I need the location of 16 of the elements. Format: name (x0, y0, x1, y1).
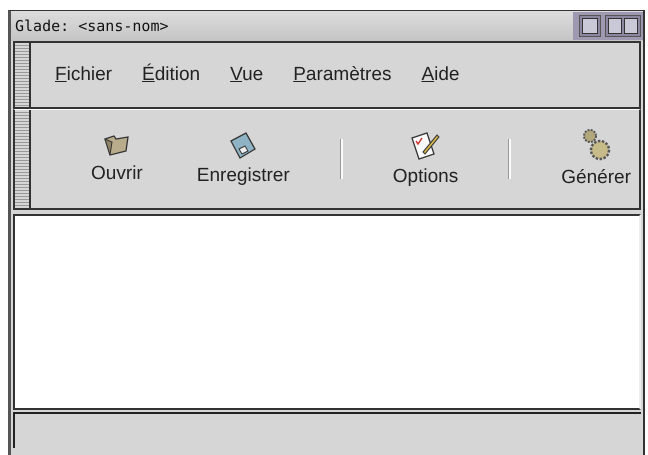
restore-button[interactable] (605, 15, 641, 37)
maximize-button[interactable] (579, 15, 601, 37)
drag-handle[interactable] (15, 43, 31, 107)
menu-item[interactable]: Fichier (55, 64, 112, 86)
toolbar-button[interactable]: Ouvrir (87, 133, 147, 185)
drag-handle[interactable] (15, 110, 31, 208)
menu-item[interactable]: Aide (421, 64, 460, 86)
menu-item[interactable]: Vue (230, 64, 264, 86)
menu-item[interactable]: Édition (142, 64, 200, 86)
checklist-icon (409, 130, 442, 162)
window-title: Glade: <sans-nom> (15, 17, 169, 35)
menu-item[interactable]: Paramètres (293, 64, 392, 86)
toolbar-button[interactable]: Générer (557, 129, 635, 189)
toolbar-button[interactable]: Enregistrer (192, 131, 294, 187)
gears-icon (581, 129, 612, 163)
toolbar-button[interactable]: Options (388, 130, 462, 188)
